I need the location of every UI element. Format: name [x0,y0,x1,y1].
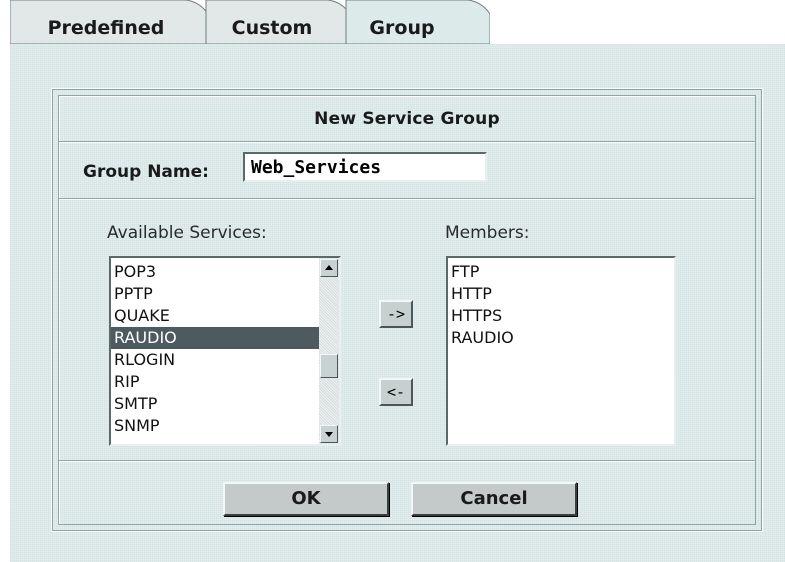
group-name-label: Group Name: [83,162,209,182]
scroll-down-arrow-icon[interactable] [320,425,338,443]
members-list[interactable]: FTP HTTP HTTPS RAUDIO [446,256,676,446]
members-label: Members: [445,223,530,243]
available-services-label: Available Services: [107,223,267,243]
list-item[interactable]: SMTP [111,393,319,415]
remove-from-members-button[interactable]: <- [379,378,413,406]
add-to-members-button[interactable]: -> [379,300,413,328]
scrollbar-thumb[interactable] [320,354,338,378]
list-item[interactable]: RAUDIO [448,327,674,349]
group-name-input[interactable] [243,152,487,182]
available-services-items: POP3 PPTP QUAKE RAUDIO RLOGIN RIP SMTP S… [111,258,319,437]
scroll-up-arrow-icon[interactable] [320,259,338,277]
list-item[interactable]: RLOGIN [111,349,319,371]
dialog-title: New Service Group [314,109,500,129]
cancel-button[interactable]: Cancel [411,482,577,516]
members-items: FTP HTTP HTTPS RAUDIO [448,258,674,349]
list-item[interactable]: QUAKE [111,305,319,327]
available-services-list[interactable]: POP3 PPTP QUAKE RAUDIO RLOGIN RIP SMTP S… [109,256,341,446]
tab-group[interactable]: Group [340,0,468,44]
tab-predefined[interactable]: Predefined [10,0,202,44]
ok-button[interactable]: OK [223,482,389,516]
list-item[interactable]: HTTPS [448,305,674,327]
list-item-selected[interactable]: RAUDIO [111,327,319,349]
new-service-group-dialog: New Service Group Group Name: Available … [51,88,763,532]
dialog-frame: New Service Group Group Name: Available … [58,95,756,525]
title-separator [59,141,755,143]
list-item[interactable]: POP3 [111,261,319,283]
name-separator [59,198,755,200]
list-item[interactable]: PPTP [111,283,319,305]
list-item[interactable]: RIP [111,371,319,393]
tab-custom[interactable]: Custom [202,0,332,44]
buttons-separator [59,460,755,462]
tab-strip: Predefined Custom Group [10,0,490,45]
list-item[interactable]: HTTP [448,283,674,305]
available-services-scrollbar[interactable] [319,258,339,444]
list-item[interactable]: FTP [448,261,674,283]
list-item[interactable]: SNMP [111,415,319,437]
